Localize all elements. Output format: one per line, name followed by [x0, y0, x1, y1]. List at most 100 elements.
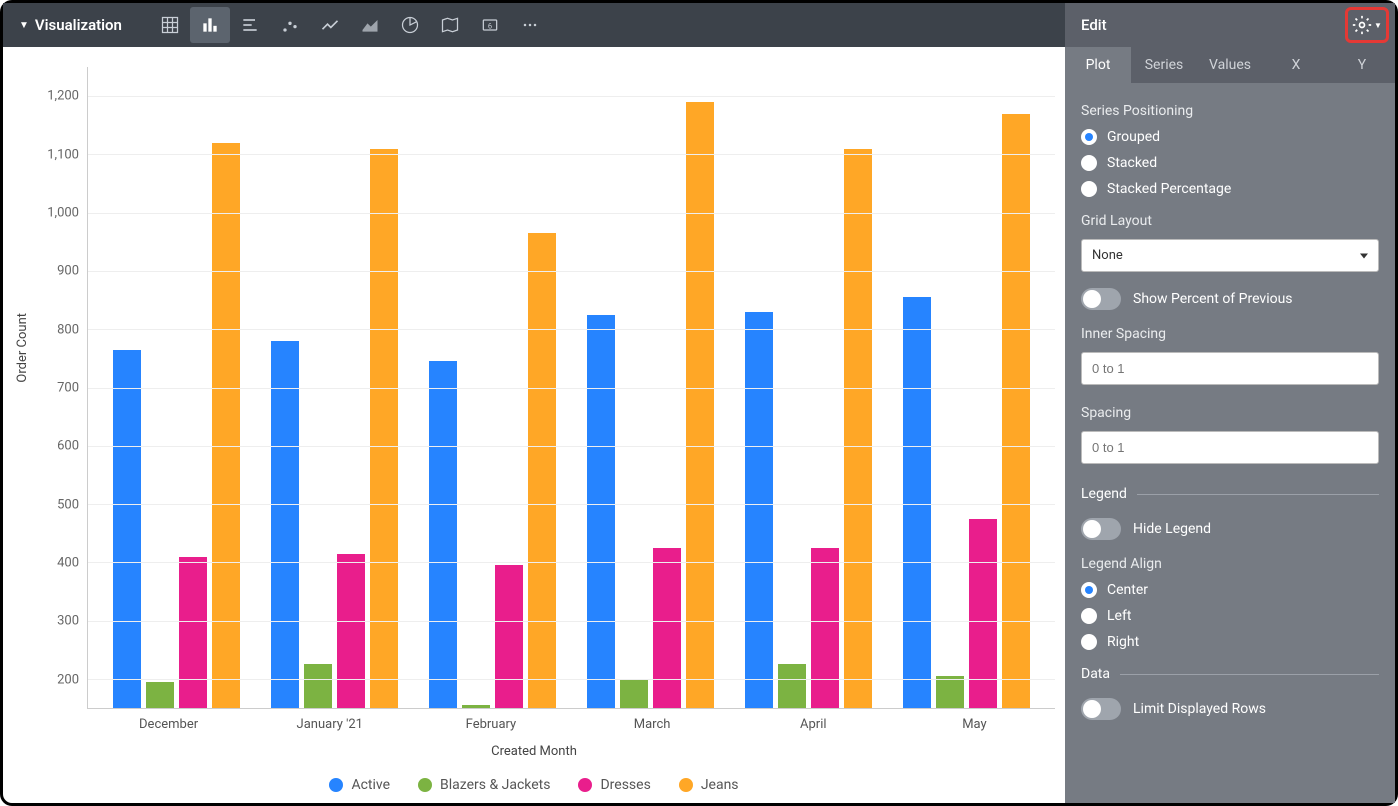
- limit-rows-label: Limit Displayed Rows: [1133, 701, 1266, 717]
- show-percent-previous-label: Show Percent of Previous: [1133, 291, 1293, 307]
- bar[interactable]: [212, 143, 240, 708]
- y-tick: 500: [57, 497, 79, 512]
- bar[interactable]: [146, 682, 174, 708]
- tab-values[interactable]: Values: [1197, 47, 1263, 83]
- scatter-icon[interactable]: [270, 7, 310, 43]
- settings-gear-button[interactable]: ▼: [1345, 7, 1389, 43]
- legend-dot-icon: [578, 778, 592, 792]
- edit-tabs: PlotSeriesValuesXY: [1065, 47, 1395, 83]
- show-percent-previous-toggle[interactable]: [1081, 288, 1121, 310]
- bar[interactable]: [179, 557, 207, 709]
- y-tick: 300: [57, 614, 79, 629]
- legend-align-option[interactable]: Left: [1081, 608, 1379, 624]
- y-tick: 700: [57, 381, 79, 396]
- pie-chart-icon[interactable]: [390, 7, 430, 43]
- horizontal-bar-icon[interactable]: [230, 7, 270, 43]
- legend-item[interactable]: Blazers & Jackets: [418, 777, 550, 793]
- bar[interactable]: [429, 361, 457, 708]
- single-value-icon[interactable]: 6: [470, 7, 510, 43]
- series-positioning-option[interactable]: Grouped: [1081, 129, 1379, 145]
- legend-item[interactable]: Jeans: [679, 777, 739, 793]
- inner-spacing-label: Inner Spacing: [1081, 326, 1379, 342]
- chevron-down-icon: ▼: [19, 20, 29, 31]
- radio-icon: [1081, 582, 1097, 598]
- legend-section-label: Legend: [1081, 486, 1127, 502]
- svg-text:6: 6: [488, 21, 492, 30]
- radio-icon: [1081, 634, 1097, 650]
- bar[interactable]: [1002, 114, 1030, 708]
- y-tick: 600: [57, 439, 79, 454]
- x-tick: March: [572, 709, 733, 732]
- limit-rows-toggle[interactable]: [1081, 698, 1121, 720]
- x-tick: January '21: [249, 709, 410, 732]
- grid-layout-select[interactable]: None: [1081, 239, 1379, 272]
- y-axis-ticks: 2003004005006007008009001,0001,1001,200: [32, 67, 87, 709]
- bar[interactable]: [811, 548, 839, 708]
- bar[interactable]: [620, 679, 648, 708]
- bar[interactable]: [653, 548, 681, 708]
- map-icon[interactable]: [430, 7, 470, 43]
- bar-chart-icon[interactable]: [190, 7, 230, 43]
- spacing-input[interactable]: [1081, 431, 1379, 464]
- bar[interactable]: [844, 149, 872, 708]
- toolbar-title: Visualization: [35, 16, 122, 34]
- more-viz-icon[interactable]: [510, 7, 550, 43]
- y-tick: 1,000: [47, 205, 79, 220]
- chart-legend: Active Blazers & Jackets Dresses Jeans: [13, 777, 1055, 793]
- series-positioning-option[interactable]: Stacked Percentage: [1081, 181, 1379, 197]
- bar[interactable]: [745, 312, 773, 708]
- hide-legend-toggle[interactable]: [1081, 518, 1121, 540]
- bar[interactable]: [495, 565, 523, 708]
- tab-x[interactable]: X: [1263, 47, 1329, 83]
- table-viz-icon[interactable]: [150, 7, 190, 43]
- hide-legend-label: Hide Legend: [1133, 521, 1211, 537]
- tab-y[interactable]: Y: [1329, 47, 1395, 83]
- visualization-title-toggle[interactable]: ▼ Visualization: [11, 16, 130, 34]
- chevron-down-icon: ▼: [1374, 21, 1382, 30]
- series-positioning-label: Series Positioning: [1081, 103, 1379, 119]
- bar[interactable]: [337, 554, 365, 708]
- y-tick: 1,100: [47, 147, 79, 162]
- legend-item[interactable]: Dresses: [578, 777, 650, 793]
- bar[interactable]: [778, 664, 806, 708]
- y-tick: 800: [57, 322, 79, 337]
- line-chart-icon[interactable]: [310, 7, 350, 43]
- legend-align-option[interactable]: Right: [1081, 634, 1379, 650]
- bar[interactable]: [462, 705, 490, 708]
- y-axis-label: Order Count: [13, 313, 32, 383]
- bar[interactable]: [113, 350, 141, 708]
- y-tick: 1,200: [47, 89, 79, 104]
- bar[interactable]: [370, 149, 398, 708]
- legend-item[interactable]: Active: [329, 777, 390, 793]
- data-section-label: Data: [1081, 666, 1110, 682]
- bar[interactable]: [936, 676, 964, 708]
- chart-container: Order Count 2003004005006007008009001,00…: [3, 47, 1065, 803]
- inner-spacing-input[interactable]: [1081, 352, 1379, 385]
- bar[interactable]: [271, 341, 299, 708]
- area-chart-icon[interactable]: [350, 7, 390, 43]
- bar[interactable]: [587, 315, 615, 708]
- x-axis-ticks: DecemberJanuary '21FebruaryMarchAprilMay: [13, 709, 1055, 732]
- series-positioning-option[interactable]: Stacked: [1081, 155, 1379, 171]
- bar[interactable]: [903, 297, 931, 708]
- bar[interactable]: [528, 233, 556, 708]
- spacing-label: Spacing: [1081, 405, 1379, 421]
- legend-align-option[interactable]: Center: [1081, 582, 1379, 598]
- gear-icon: [1352, 15, 1372, 35]
- y-tick: 200: [57, 672, 79, 687]
- x-tick: May: [894, 709, 1055, 732]
- radio-icon: [1081, 129, 1097, 145]
- bar[interactable]: [686, 102, 714, 708]
- bar[interactable]: [304, 664, 332, 708]
- tab-plot[interactable]: Plot: [1065, 47, 1131, 83]
- x-tick: April: [733, 709, 894, 732]
- chart-plot-area: [87, 67, 1055, 709]
- radio-icon: [1081, 155, 1097, 171]
- edit-panel: Edit ▼ PlotSeriesValuesXY Series Positio…: [1065, 3, 1395, 803]
- radio-icon: [1081, 181, 1097, 197]
- visualization-toolbar: ▼ Visualization 6: [3, 3, 1065, 47]
- legend-dot-icon: [329, 778, 343, 792]
- legend-align-label: Legend Align: [1081, 556, 1379, 572]
- legend-dot-icon: [679, 778, 693, 792]
- tab-series[interactable]: Series: [1131, 47, 1197, 83]
